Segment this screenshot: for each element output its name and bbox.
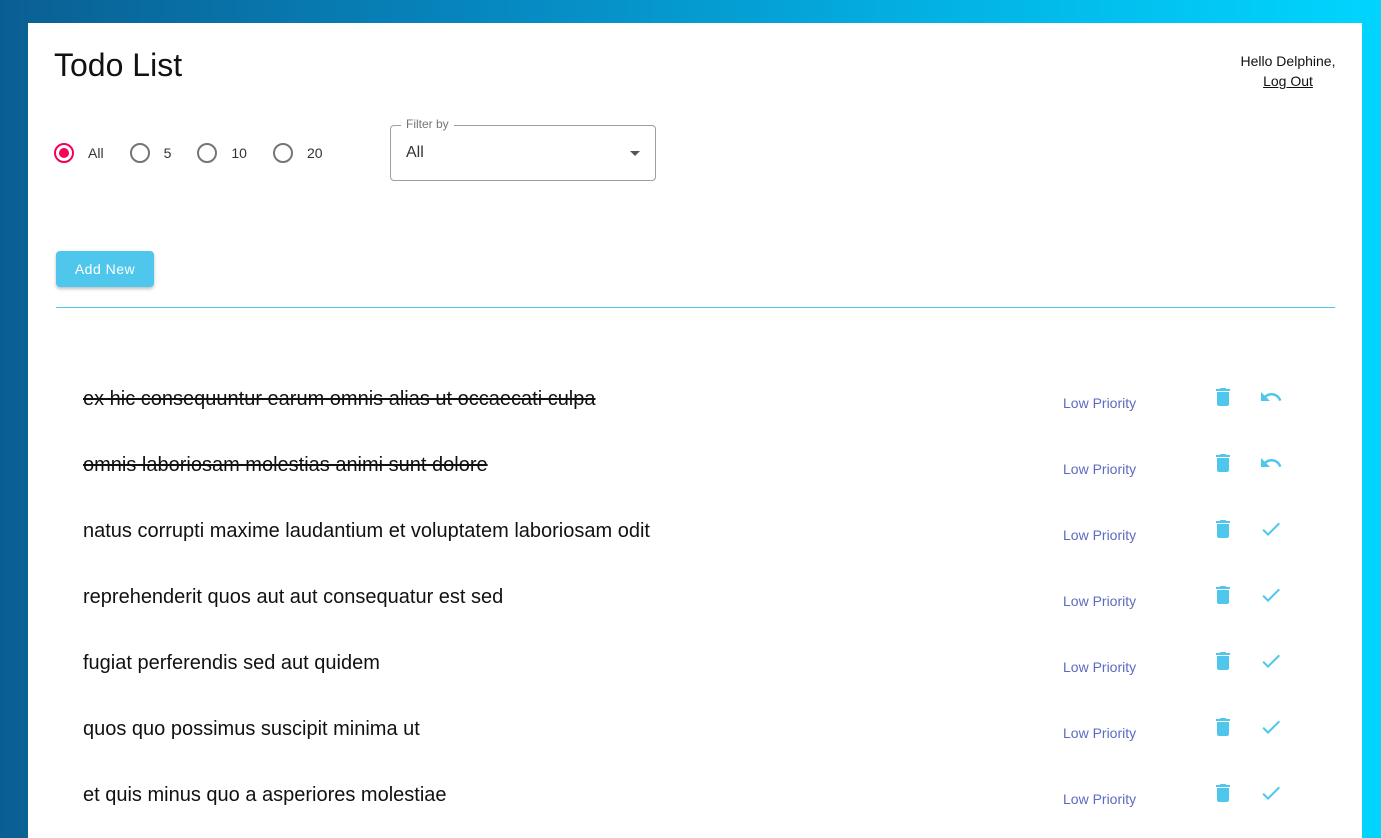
- radio-label: 20: [306, 145, 323, 161]
- todo-item: natus corrupti maxime laudantium et volu…: [28, 500, 1362, 566]
- radio-button[interactable]: [54, 143, 74, 163]
- radio-dot: [59, 148, 69, 158]
- radio-all[interactable]: All: [54, 143, 104, 163]
- greeting: Hello Delphine,: [1240, 53, 1336, 69]
- priority-label: Low Priority: [1063, 527, 1137, 543]
- todo-item: fugiat perferendis sed aut quidem Low Pr…: [28, 632, 1362, 698]
- priority-label: Low Priority: [1063, 659, 1137, 675]
- radio-button[interactable]: [272, 143, 293, 163]
- page-title: Todo List: [54, 47, 183, 83]
- todo-card: Todo List Hello Delphine, Log Out All 5 …: [28, 23, 1362, 838]
- todo-text: reprehenderit quos aut aut consequatur e…: [83, 586, 504, 608]
- filter-by-select[interactable]: Filter by All: [390, 117, 656, 181]
- todo-text: et quis minus quo a asperiores molestiae: [83, 784, 447, 806]
- radio-label: 10: [231, 145, 247, 161]
- select-legend: Filter by: [401, 117, 454, 131]
- check-icon[interactable]: [1259, 517, 1283, 541]
- check-icon[interactable]: [1259, 649, 1283, 673]
- trash-icon[interactable]: [1211, 517, 1235, 541]
- todo-text: natus corrupti maxime laudantium et volu…: [83, 520, 650, 542]
- user-box: Hello Delphine, Log Out: [1228, 51, 1348, 91]
- dropdown-arrow-icon: [630, 151, 640, 156]
- undo-icon[interactable]: [1259, 451, 1283, 475]
- trash-icon[interactable]: [1211, 649, 1235, 673]
- todo-item: et quis minus quo a asperiores molestiae…: [28, 764, 1362, 830]
- divider: [56, 307, 1335, 308]
- add-new-button[interactable]: Add New: [56, 251, 154, 287]
- todo-text: ex hic consequuntur earum omnis alias ut…: [83, 388, 596, 410]
- trash-icon[interactable]: [1211, 715, 1235, 739]
- todo-item: reprehenderit quos aut aut consequatur e…: [28, 566, 1362, 632]
- todo-text: quos quo possimus suscipit minima ut: [83, 718, 420, 740]
- todo-item: ex hic consequuntur earum omnis alias ut…: [28, 368, 1362, 434]
- check-icon[interactable]: [1259, 583, 1283, 607]
- priority-label: Low Priority: [1063, 791, 1137, 807]
- radio-20[interactable]: 20: [272, 143, 323, 163]
- radio-button[interactable]: [197, 143, 218, 163]
- todo-text: omnis laboriosam molestias animi sunt do…: [83, 454, 488, 476]
- priority-label: Low Priority: [1063, 461, 1137, 477]
- todo-text: fugiat perferendis sed aut quidem: [83, 652, 380, 674]
- logout-link[interactable]: Log Out: [1263, 71, 1313, 91]
- todo-item: omnis laboriosam molestias animi sunt do…: [28, 434, 1362, 500]
- todo-item: quos quo possimus suscipit minima ut Low…: [28, 698, 1362, 764]
- radio-button[interactable]: [129, 143, 150, 163]
- trash-icon[interactable]: [1211, 583, 1235, 607]
- trash-icon[interactable]: [1211, 385, 1235, 409]
- todo-list: ex hic consequuntur earum omnis alias ut…: [28, 368, 1362, 830]
- trash-icon[interactable]: [1211, 781, 1235, 805]
- radio-label: All: [88, 145, 104, 161]
- trash-icon[interactable]: [1211, 451, 1235, 475]
- radio-label: 5: [163, 145, 172, 161]
- priority-label: Low Priority: [1063, 593, 1137, 609]
- radio-10[interactable]: 10: [197, 143, 247, 163]
- priority-label: Low Priority: [1063, 725, 1137, 741]
- check-icon[interactable]: [1259, 715, 1283, 739]
- limit-radio-group: All 5 10 20: [54, 143, 349, 163]
- select-value: All: [406, 144, 424, 161]
- undo-icon[interactable]: [1259, 385, 1283, 409]
- check-icon[interactable]: [1259, 781, 1283, 805]
- priority-label: Low Priority: [1063, 395, 1137, 411]
- radio-5[interactable]: 5: [129, 143, 172, 163]
